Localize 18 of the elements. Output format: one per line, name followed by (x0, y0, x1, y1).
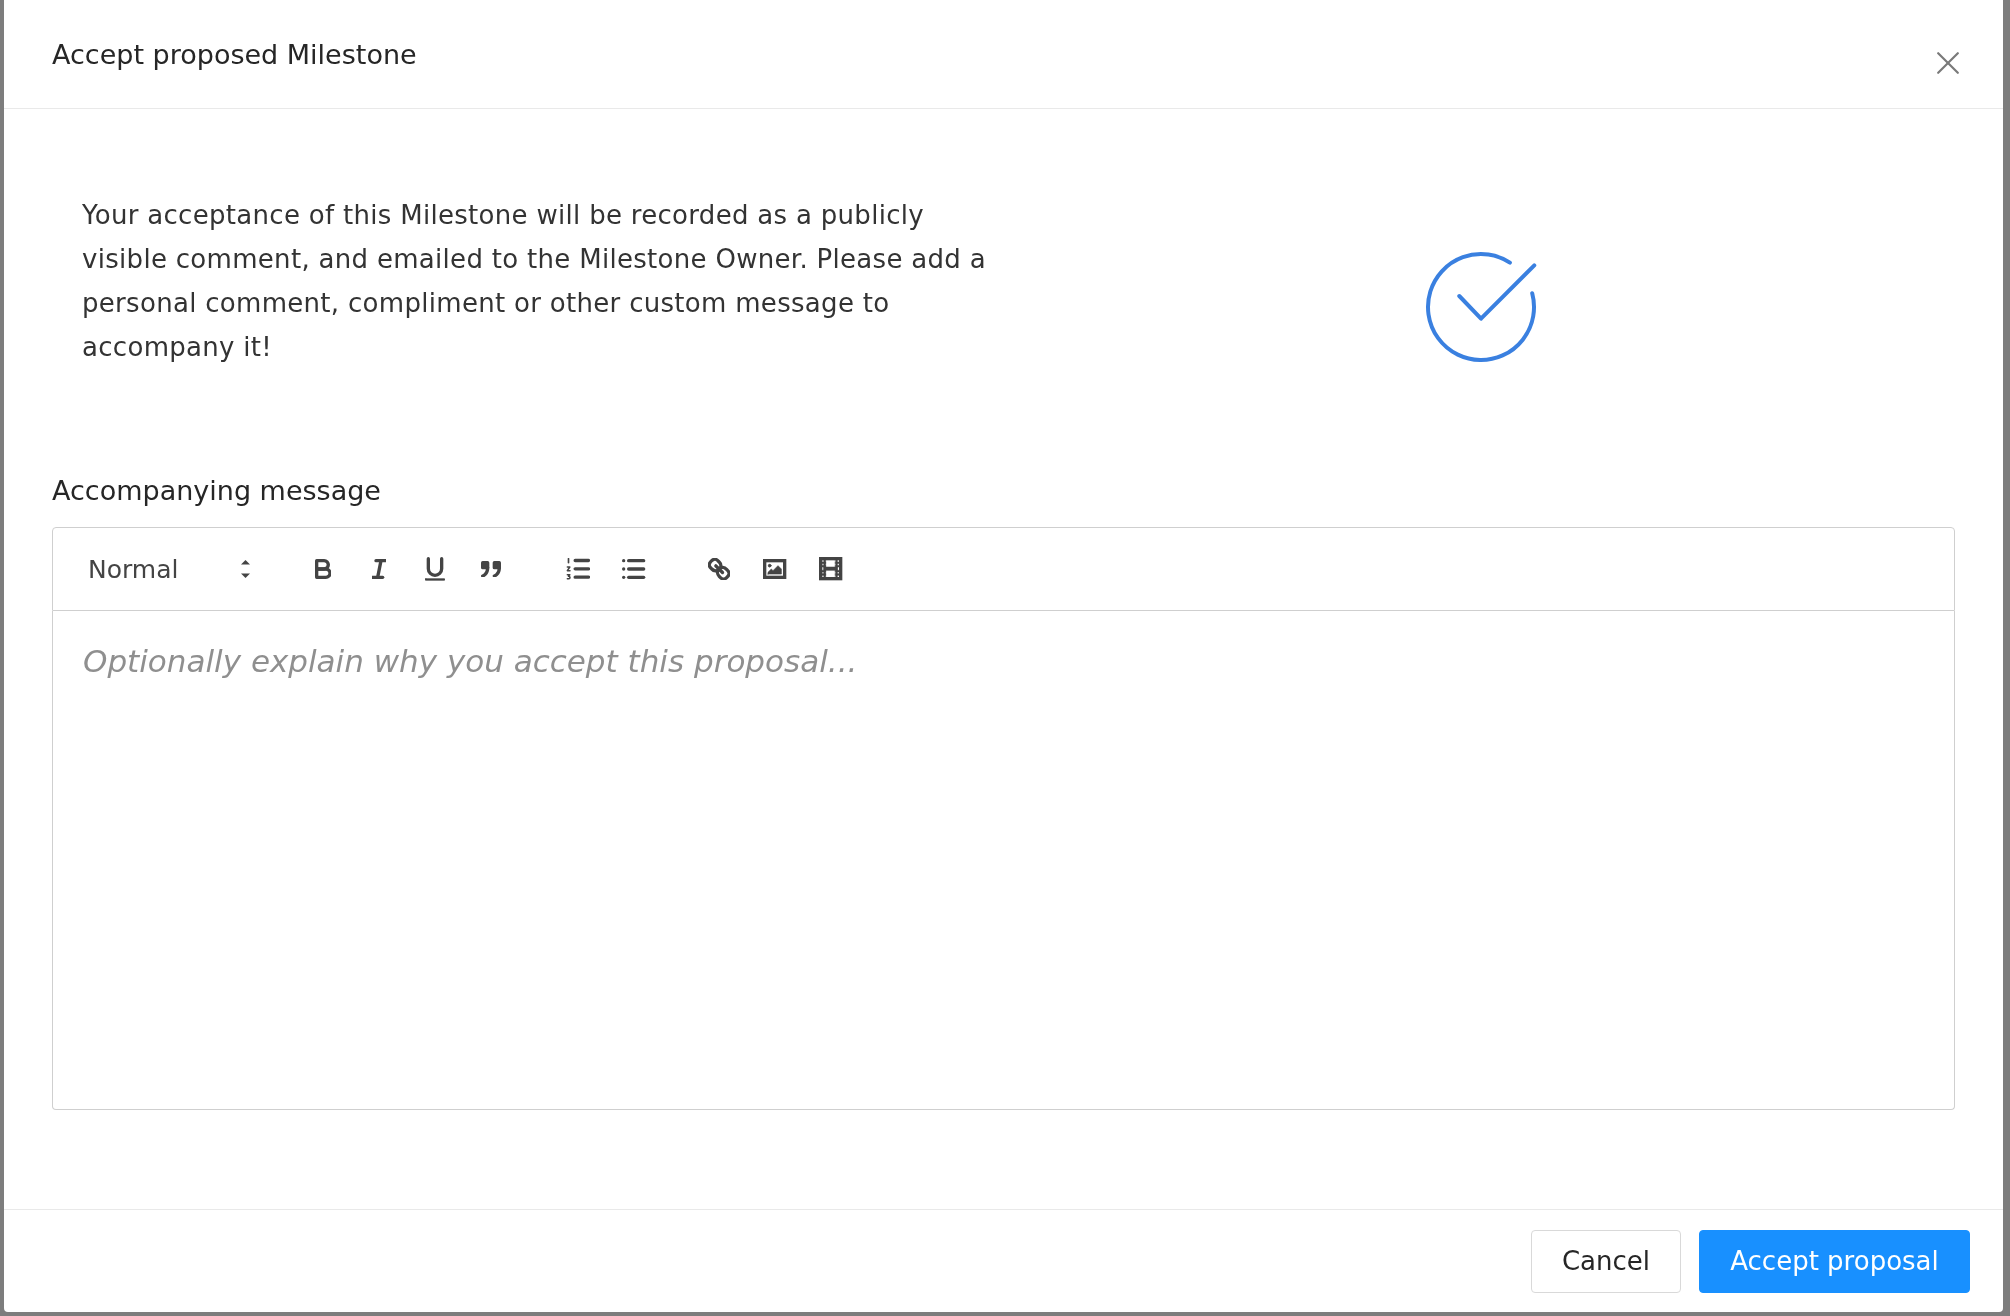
field-label: Accompanying message (52, 474, 382, 508)
bullet-list-icon[interactable] (622, 559, 646, 579)
intro-text: Your acceptance of this Milestone will be recorded as a publicly visible comment, and emailed to the Milestone Owner. Please add a personal comment, compliment or other custom message to accompany it! (82, 199, 987, 364)
bold-icon[interactable] (314, 559, 332, 579)
link-icon[interactable] (707, 557, 731, 581)
quote-icon[interactable] (481, 560, 501, 578)
message-input[interactable]: Optionally explain why you accept this proposal... (52, 611, 1955, 1110)
dialog-title: Accept proposed Milestone (52, 38, 417, 72)
check-circle-icon (1425, 251, 1538, 363)
image-icon[interactable] (763, 559, 787, 579)
numbered-list-icon[interactable] (566, 558, 590, 580)
secondary-button[interactable]: Cancel (1531, 1229, 1681, 1293)
close-icon[interactable] (1937, 52, 1959, 74)
italic-icon[interactable] (371, 559, 387, 579)
underline-icon[interactable] (425, 557, 445, 581)
format-select[interactable]: Normal (88, 554, 250, 584)
film-icon[interactable] (819, 557, 843, 581)
updown-arrows-icon (241, 560, 250, 578)
